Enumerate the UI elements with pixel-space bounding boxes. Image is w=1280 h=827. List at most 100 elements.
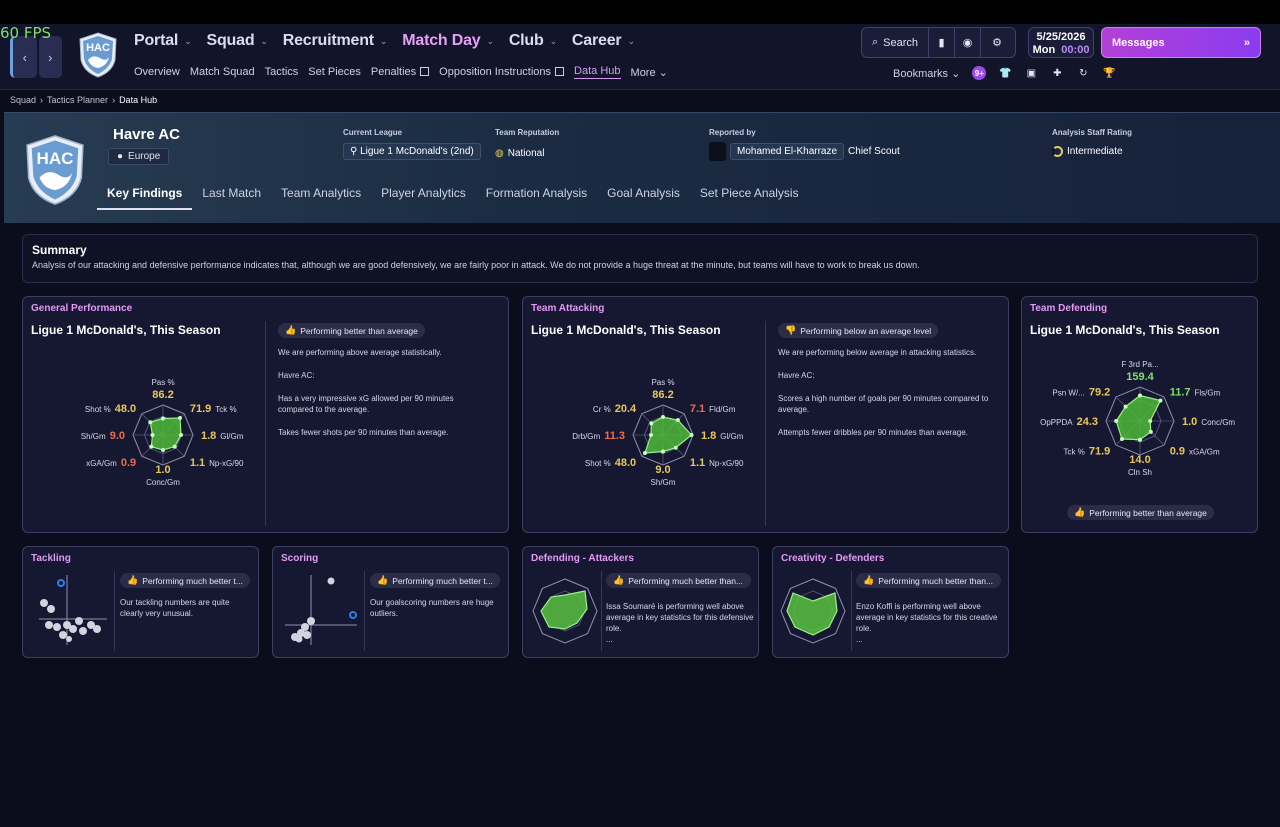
breadcrumb: Squad › Tactics Planner › Data Hub bbox=[10, 95, 158, 105]
chevron-down-icon: ⌄ bbox=[184, 35, 192, 46]
divider bbox=[114, 571, 115, 651]
trophy-icon[interactable]: 🏆 bbox=[1102, 66, 1116, 80]
radar-axis-label: 9.0 Sh/Gm bbox=[81, 430, 125, 442]
back-button[interactable]: ‹ bbox=[10, 36, 37, 78]
radar-point bbox=[172, 444, 177, 449]
axis-value: 9.0 bbox=[655, 464, 670, 476]
radar-axis-label: 20.4 Cr % bbox=[593, 403, 637, 415]
menu-squad[interactable]: Squad ⌄ bbox=[207, 32, 268, 50]
submenu-match-squad[interactable]: Match Squad bbox=[190, 66, 255, 78]
axis-value: 1.8 bbox=[701, 430, 716, 442]
bookmark-icon[interactable]: ▮ bbox=[929, 28, 956, 57]
search-button[interactable]: ⌕ Search bbox=[862, 28, 930, 57]
card-text: Our tackling numbers are quite clearly v… bbox=[120, 598, 230, 618]
breadcrumb-squad[interactable]: Squad bbox=[10, 95, 36, 105]
tackling-card[interactable]: Tackling 👍 Performing much better t... Ou… bbox=[22, 546, 259, 658]
chevron-down-icon: ⌄ bbox=[486, 35, 494, 46]
thumbs-down-icon: 👎 bbox=[785, 325, 797, 335]
card-title: Tackling bbox=[31, 553, 71, 564]
refresh-icon[interactable]: ↻ bbox=[1076, 66, 1090, 80]
axis-value: 20.4 bbox=[615, 403, 637, 415]
submenu-set-pieces[interactable]: Set Pieces bbox=[308, 66, 361, 78]
card-text: Our goalscoring numbers are huge outlier… bbox=[370, 598, 494, 618]
radar-axis-label: 0.9 xGA/Gm bbox=[86, 457, 136, 469]
tab-player-analytics[interactable]: Player Analytics bbox=[371, 184, 476, 210]
medical-icon[interactable]: ✚ bbox=[1050, 66, 1064, 80]
submenu-opposition-instructions[interactable]: Opposition Instructions bbox=[439, 66, 565, 78]
tab-team-analytics[interactable]: Team Analytics bbox=[271, 184, 371, 210]
thumbs-up-icon: 👍 bbox=[377, 575, 389, 585]
radar-point bbox=[179, 433, 183, 437]
general-performance-card[interactable]: General Performance Ligue 1 McDonald's, … bbox=[22, 296, 509, 533]
breadcrumb-tactics-planner[interactable]: Tactics Planner bbox=[47, 95, 108, 105]
region-chip[interactable]: ● Europe bbox=[108, 148, 170, 165]
history-nav: ‹ › bbox=[10, 36, 62, 78]
radar-axis-label: F 3rd Pa... 159.4 bbox=[1121, 360, 1158, 383]
performance-badge: 👍 Performing better than average bbox=[278, 323, 425, 338]
reporter[interactable]: Mohamed El-Kharraze Chief Scout bbox=[709, 142, 900, 161]
notification-badge[interactable]: 9+ bbox=[972, 66, 987, 80]
globe-icon[interactable]: ◉ bbox=[955, 28, 982, 57]
tab-last-match[interactable]: Last Match bbox=[192, 184, 271, 210]
axis-name: OpPPDA bbox=[1040, 418, 1073, 427]
logo-text: HAC bbox=[37, 149, 74, 168]
submenu-more[interactable]: More ⌄ bbox=[631, 66, 668, 79]
axis-value: 159.4 bbox=[1126, 371, 1154, 383]
submenu-data-hub[interactable]: Data Hub bbox=[574, 65, 621, 79]
menu-career[interactable]: Career ⌄ bbox=[572, 32, 635, 50]
team-attacking-card[interactable]: Team Attacking Ligue 1 McDonald's, This … bbox=[522, 296, 1009, 533]
radar-axis-label: Cln Sh 14.0 bbox=[1128, 454, 1152, 477]
messages-button[interactable]: Messages» bbox=[1101, 27, 1261, 58]
submenu-tactics[interactable]: Tactics bbox=[265, 66, 299, 78]
axis-value: 1.1 bbox=[690, 457, 705, 469]
submenu-penalties[interactable]: Penalties bbox=[371, 66, 430, 78]
menu-portal[interactable]: Portal ⌄ bbox=[134, 32, 192, 50]
team-defending-card[interactable]: Team Defending Ligue 1 McDonald's, This … bbox=[1021, 296, 1258, 533]
axis-name: Drb/Gm bbox=[572, 432, 600, 441]
gear-icon[interactable]: ⚙ bbox=[981, 28, 1013, 57]
current-league[interactable]: ⚲ Ligue 1 McDonald's (2nd) bbox=[343, 142, 481, 161]
card-subtitle: Ligue 1 McDonald's, This Season bbox=[31, 323, 221, 337]
axis-name: Pas % bbox=[651, 378, 674, 387]
creativity-defenders-card[interactable]: Creativity - Defenders 👍 Performing much … bbox=[772, 546, 1009, 658]
axis-name: xGA/Gm bbox=[86, 459, 117, 468]
club-logo-large: HAC bbox=[26, 135, 84, 205]
defending-attackers-card[interactable]: Defending - Attackers 👍 Performing much b… bbox=[522, 546, 759, 658]
axis-name: Gl/Gm bbox=[720, 432, 743, 441]
bookmarks-dropdown[interactable]: Bookmarks ⌄ bbox=[893, 67, 960, 80]
submenu-overview[interactable]: Overview bbox=[134, 66, 180, 78]
radar-point bbox=[149, 444, 154, 449]
menu-club[interactable]: Club ⌄ bbox=[509, 32, 557, 50]
axis-value: 79.2 bbox=[1089, 386, 1110, 398]
menu-recruitment[interactable]: Recruitment ⌄ bbox=[283, 32, 388, 50]
forward-button[interactable]: › bbox=[38, 36, 62, 78]
fps-counter: 60 FPS bbox=[0, 24, 52, 42]
radar-axis-label: Conc/Gm 1.0 bbox=[146, 464, 180, 487]
tab-formation-analysis[interactable]: Formation Analysis bbox=[476, 184, 597, 210]
thumbs-up-icon: 👍 bbox=[127, 575, 139, 585]
main-menu: Portal ⌄ Squad ⌄ Recruitment ⌄ Match Day ⌄ C… bbox=[134, 32, 635, 50]
location-pin-icon: ● bbox=[117, 151, 124, 162]
clipboard-icon[interactable]: ▣ bbox=[1024, 66, 1038, 80]
club-logo-small[interactable]: HAC bbox=[78, 32, 118, 78]
tab-set-piece-analysis[interactable]: Set Piece Analysis bbox=[690, 184, 809, 210]
chevron-down-icon: ⌄ bbox=[379, 35, 388, 46]
tackling-scatter-icon bbox=[39, 575, 107, 645]
axis-name: Tck % bbox=[1064, 448, 1085, 457]
card-subtitle: Ligue 1 McDonald's, This Season bbox=[531, 323, 721, 337]
toolbar: ⌕ Search ▮ ◉ ⚙ bbox=[861, 27, 1016, 58]
tab-key-findings[interactable]: Key Findings bbox=[97, 184, 193, 210]
mini-radar-icon bbox=[780, 578, 846, 644]
tab-goal-analysis[interactable]: Goal Analysis bbox=[597, 184, 690, 210]
divider bbox=[765, 321, 766, 526]
axis-name: F 3rd Pa... bbox=[1121, 360, 1158, 369]
axis-name: Cr % bbox=[593, 405, 611, 414]
date-button[interactable]: 5/25/2026 Mon 00:00 bbox=[1028, 27, 1094, 58]
divider bbox=[851, 571, 852, 651]
shirt-icon[interactable]: 👕 bbox=[998, 66, 1012, 80]
breadcrumb-data-hub: Data Hub bbox=[119, 95, 158, 105]
scoring-card[interactable]: Scoring 👍 Performing much better t... Our… bbox=[272, 546, 509, 658]
radar-point bbox=[661, 449, 665, 454]
menu-match-day[interactable]: Match Day ⌄ bbox=[402, 32, 494, 50]
axis-value: 1.0 bbox=[1182, 416, 1197, 428]
